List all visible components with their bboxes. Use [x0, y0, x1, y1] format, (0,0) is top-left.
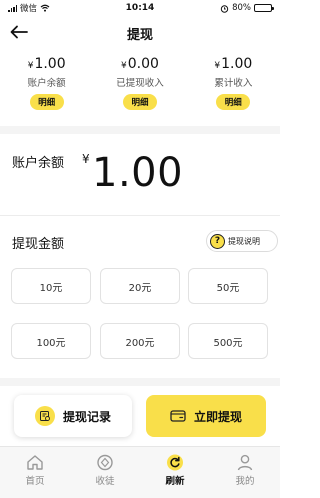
amount-option-500[interactable]: 500元 — [188, 323, 268, 359]
amount-option-50[interactable]: 50元 — [188, 268, 268, 304]
withdraw-help-label: 提现说明 — [228, 236, 260, 246]
refresh-icon — [167, 454, 183, 471]
balance-block: 账户余额 ¥ 1.00 — [0, 140, 280, 210]
page-title: 提现 — [126, 28, 153, 43]
records-icon — [34, 406, 55, 426]
battery-icon — [254, 4, 274, 12]
amount-option-20[interactable]: 20元 — [100, 268, 180, 304]
amount-option-10[interactable]: 10元 — [11, 268, 91, 304]
stat-withdrawn: ¥0.00 已提现收入 明细 — [93, 54, 186, 116]
balance-currency: ¥ — [82, 152, 90, 166]
amount-option-200[interactable]: 200元 — [100, 323, 180, 359]
balance-detail-button[interactable]: 明细 — [29, 94, 64, 110]
user-icon — [237, 454, 253, 471]
tab-label: 刷新 — [165, 476, 185, 487]
tab-label: 我的 — [235, 476, 255, 487]
nav-bar: 提现 — [0, 16, 280, 48]
question-icon: ? — [210, 233, 225, 249]
stat-total-income: ¥1.00 累计收入 明细 — [187, 54, 280, 116]
home-icon — [27, 455, 43, 470]
balance-amount: 1.00 — [92, 150, 184, 196]
status-time: 10:14 — [125, 3, 155, 13]
withdraw-amount-title: 提现金额 — [12, 237, 65, 252]
status-bar: 微信 10:14 80% — [0, 0, 280, 16]
withdraw-now-button[interactable]: 立即提现 — [146, 395, 266, 437]
tab-recruit[interactable]: 收徒 — [70, 447, 140, 498]
wallet-icon — [170, 410, 186, 422]
section-divider — [0, 215, 280, 216]
withdraw-records-button[interactable]: 提现记录 — [14, 395, 132, 437]
total-income-detail-button[interactable]: 明细 — [216, 94, 251, 110]
tab-label: 收徒 — [95, 476, 115, 487]
stat-label: 已提现收入 — [116, 78, 164, 89]
withdrawn-detail-button[interactable]: 明细 — [122, 94, 157, 110]
withdraw-now-label: 立即提现 — [193, 409, 242, 424]
stat-label: 账户余额 — [27, 78, 66, 89]
stat-value: ¥1.00 — [214, 56, 253, 72]
amount-option-100[interactable]: 100元 — [11, 323, 91, 359]
recruit-icon — [97, 454, 113, 471]
withdraw-help-button[interactable]: ? 提现说明 — [206, 230, 278, 252]
balance-label: 账户余额 — [12, 156, 65, 171]
stat-label: 累计收入 — [214, 78, 253, 89]
stat-balance: ¥1.00 账户余额 明细 — [0, 54, 93, 116]
tab-bar: 首页 收徒 刷新 我的 — [0, 446, 280, 498]
stat-value: ¥0.00 — [121, 56, 159, 72]
stats-row: ¥1.00 账户余额 明细 ¥0.00 已提现收入 明细 ¥1.00 累计收入 … — [0, 54, 280, 116]
section-divider — [0, 126, 280, 134]
section-divider — [0, 378, 280, 386]
tab-home[interactable]: 首页 — [0, 447, 70, 498]
tab-me[interactable]: 我的 — [210, 447, 280, 498]
stat-value: ¥1.00 — [27, 56, 66, 72]
tab-label: 首页 — [25, 476, 45, 487]
withdraw-records-label: 提现记录 — [62, 409, 111, 424]
tab-refresh[interactable]: 刷新 — [140, 447, 210, 498]
